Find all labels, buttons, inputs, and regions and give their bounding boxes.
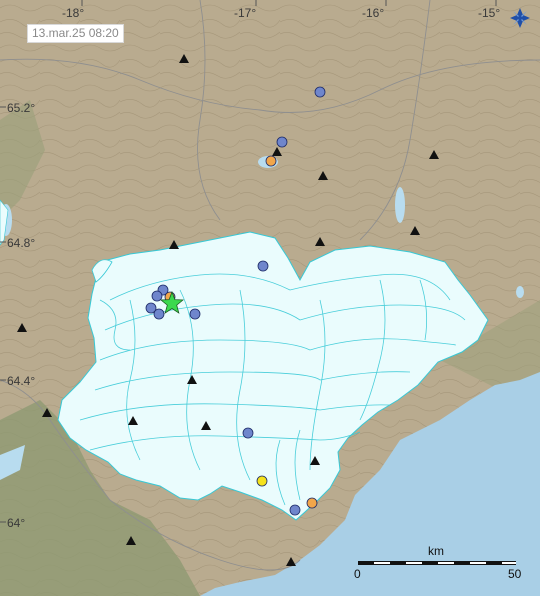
lat-label-64-4: 64.4° [7,374,35,388]
lat-label-64: 64° [7,516,25,530]
lon-label-15: -15° [478,6,500,20]
lon-label-17: -17° [234,6,256,20]
earthquake-dot-new[interactable] [256,475,268,487]
lon-label-18: -18° [62,6,84,20]
earthquake-dot-recent[interactable] [306,497,318,509]
scale-end-label: 50 [508,567,522,581]
earthquake-dot[interactable] [242,427,254,439]
earthquake-dot-recent[interactable] [265,155,277,167]
earthquake-dot[interactable] [189,308,201,320]
earthquake-dot[interactable] [276,136,288,148]
earthquake-dot[interactable] [257,260,269,272]
earthquake-dot[interactable] [289,504,301,516]
earthquake-dot[interactable] [151,290,163,302]
compass-star-logo-icon [510,8,530,28]
lon-label-16: -16° [362,6,384,20]
scale-unit-label: km [428,544,444,558]
lat-label-65-2: 65.2° [7,101,35,115]
lat-label-64-8: 64.8° [7,236,35,250]
earthquake-map: -18° -17° -16° -15° 65.2° 64.8° 64.4° 64… [0,0,540,596]
map-canvas: -18° -17° -16° -15° 65.2° 64.8° 64.4° 64… [0,0,540,596]
scale-start-label: 0 [354,567,361,581]
earthquake-dot[interactable] [314,86,326,98]
earthquake-dot[interactable] [153,308,165,320]
timestamp-label: 13.mar.25 08:20 [27,24,124,43]
